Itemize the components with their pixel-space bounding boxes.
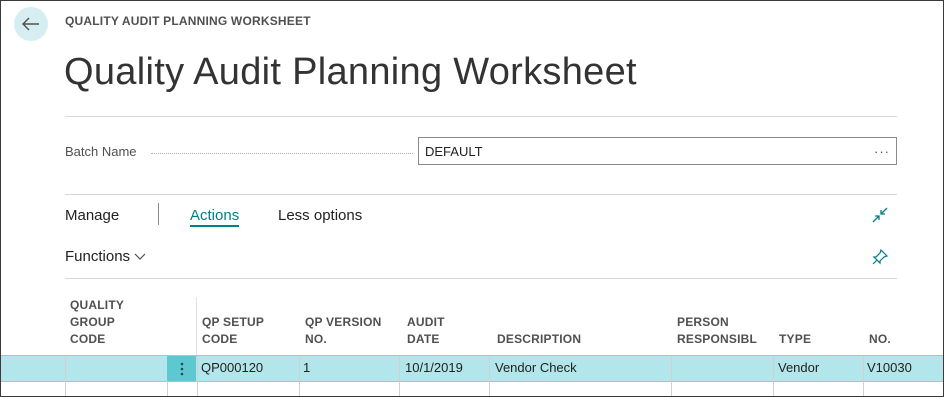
functions-label: Functions (65, 248, 131, 265)
grid-line (671, 356, 672, 396)
arrow-left-icon (22, 17, 39, 31)
field-leader-dots (151, 153, 413, 154)
collapse-icon[interactable] (869, 204, 891, 226)
actions-menu[interactable]: Actions (190, 207, 240, 227)
manage-menu[interactable]: Manage (65, 207, 119, 224)
functions-menu[interactable]: Functions (65, 248, 146, 265)
more-vertical-icon (180, 362, 183, 375)
grid-line (65, 356, 66, 396)
page-title: Quality Audit Planning Worksheet (64, 51, 637, 93)
divider (65, 194, 897, 195)
less-options-button[interactable]: Less options (278, 207, 362, 224)
column-separator (196, 297, 197, 355)
column-header-type[interactable]: TYPE (779, 331, 811, 348)
grid-line (773, 356, 774, 396)
cell-audit-date[interactable]: 10/1/2019 (405, 360, 463, 375)
cell-qp-version-no[interactable]: 1 (303, 360, 310, 375)
chevron-down-icon (134, 253, 146, 260)
divider (65, 116, 897, 117)
column-header-qp-version-no[interactable]: QP VERSION NO. (305, 314, 381, 348)
cell-qp-setup-code[interactable]: QP000120 (201, 360, 263, 375)
cell-no[interactable]: V10030 (867, 360, 912, 375)
cell-type[interactable]: Vendor (778, 360, 819, 375)
grid-line (863, 356, 864, 396)
back-button[interactable] (14, 7, 48, 41)
column-header-description[interactable]: DESCRIPTION (497, 331, 581, 348)
column-header-person-responsible[interactable]: PERSON RESPONSIBL (677, 314, 757, 348)
grid-line (489, 356, 490, 396)
grid-line (299, 356, 300, 396)
batch-name-label: Batch Name (65, 144, 137, 159)
page-frame: QUALITY AUDIT PLANNING WORKSHEET Quality… (0, 0, 944, 397)
column-header-qp-setup-code[interactable]: QP SETUP CODE (202, 314, 264, 348)
grid-line (197, 356, 198, 396)
breadcrumb: QUALITY AUDIT PLANNING WORKSHEET (65, 14, 311, 28)
column-header-quality-group-code[interactable]: QUALITY GROUP CODE (70, 297, 124, 348)
grid-line (399, 356, 400, 396)
row-actions-button[interactable] (167, 356, 196, 381)
divider (65, 278, 897, 279)
column-header-no[interactable]: NO. (869, 331, 891, 348)
pin-icon[interactable] (869, 246, 891, 268)
batch-name-value: DEFAULT (425, 143, 483, 159)
batch-name-field[interactable]: DEFAULT ··· (418, 137, 897, 165)
lookup-ellipsis-button[interactable]: ··· (874, 144, 890, 159)
action-bar-separator (158, 203, 159, 225)
column-header-audit-date[interactable]: AUDIT DATE (407, 314, 445, 348)
cell-description[interactable]: Vendor Check (495, 360, 577, 375)
